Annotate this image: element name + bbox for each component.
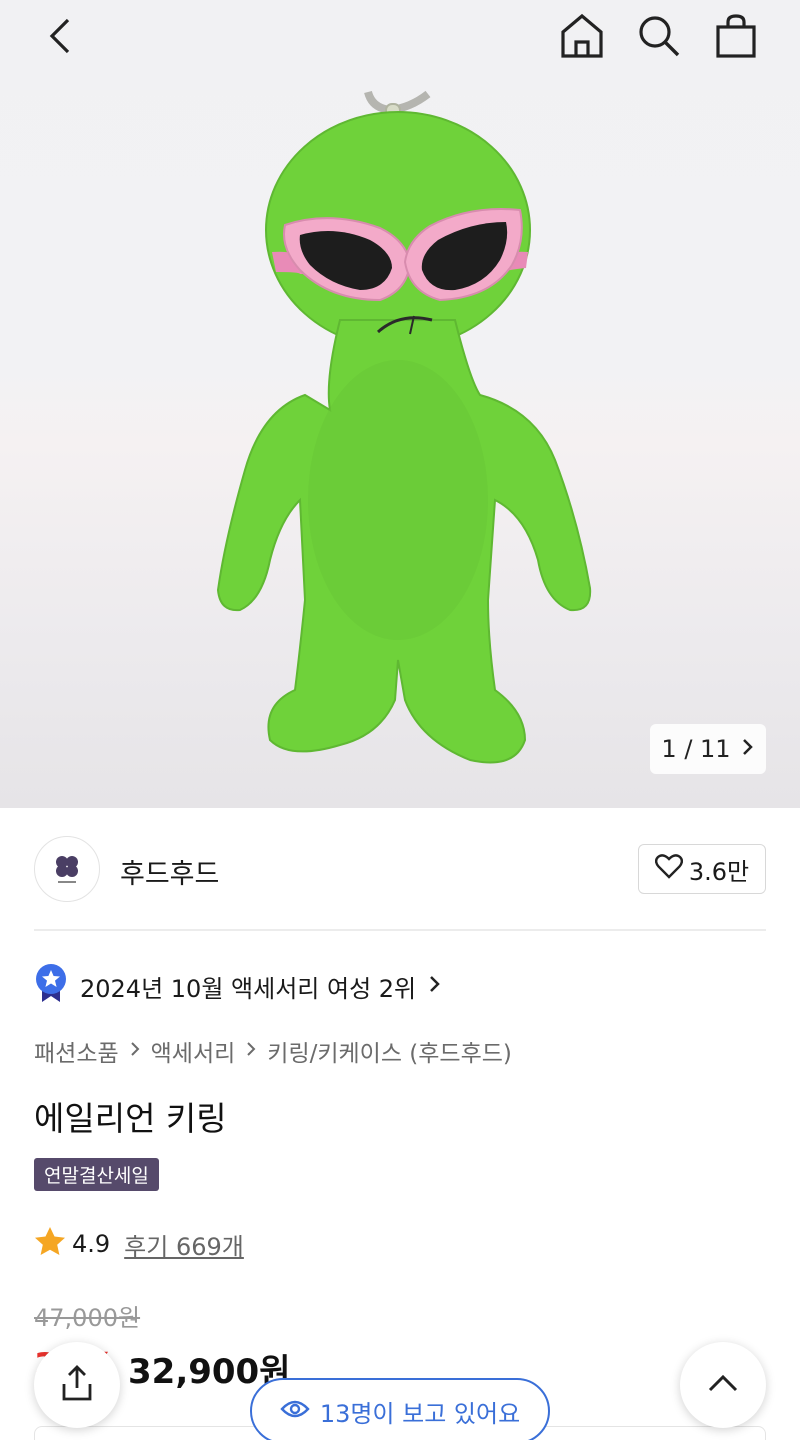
chevron-right-icon — [741, 735, 755, 763]
share-icon — [59, 1364, 95, 1406]
original-price: 47,000원 — [34, 1304, 141, 1332]
like-button[interactable]: 3.6만 — [638, 844, 766, 894]
breadcrumb-item[interactable]: 패션소품 — [34, 1034, 119, 1068]
like-count: 3.6만 — [688, 857, 750, 886]
image-counter-text: 1 / 11 — [661, 735, 731, 763]
ranking-badge-icon — [34, 963, 68, 1009]
scroll-to-top-button[interactable] — [680, 1342, 766, 1428]
ranking-text: 2024년 10월 액세서리 여성 2위 — [80, 974, 417, 1003]
heart-icon — [654, 853, 683, 885]
chevron-right-icon — [245, 1039, 257, 1064]
share-button[interactable] — [34, 1342, 120, 1428]
breadcrumb-item[interactable]: 키링/키케이스 (후드후드) — [267, 1034, 512, 1068]
viewers-pill: 13명이 보고 있어요 — [250, 1378, 550, 1440]
sale-badge: 연말결산세일 — [34, 1158, 159, 1191]
divider — [34, 929, 766, 931]
viewers-text: 13명이 보고 있어요 — [319, 1399, 521, 1428]
breadcrumb: 패션소품 액세서리 키링/키케이스 (후드후드) — [34, 1034, 512, 1068]
search-button[interactable] — [631, 10, 687, 66]
search-icon — [637, 14, 681, 62]
brand-logo[interactable] — [34, 836, 100, 902]
chevron-left-icon — [46, 16, 74, 60]
chevron-up-icon — [707, 1373, 739, 1397]
top-navigation-bar — [0, 0, 800, 80]
star-icon — [34, 1226, 66, 1262]
eye-icon — [280, 1397, 310, 1425]
rating-score: 4.9 — [72, 1230, 111, 1258]
image-counter[interactable]: 1 / 11 — [650, 724, 766, 774]
rating-row: 4.9 후기 669개 — [34, 1226, 244, 1262]
shopping-bag-icon — [715, 13, 757, 63]
alien-keyring-image — [216, 90, 592, 764]
product-title: 에일리언 키링 — [34, 1099, 227, 1138]
product-image-gallery[interactable]: 1 / 11 — [0, 0, 800, 808]
cart-button[interactable] — [708, 10, 764, 66]
breadcrumb-item[interactable]: 액세서리 — [151, 1034, 236, 1068]
chevron-right-icon — [428, 972, 442, 1000]
brand-name[interactable]: 후드후드 — [120, 852, 219, 891]
back-button[interactable] — [32, 10, 88, 66]
chevron-right-icon — [129, 1039, 141, 1064]
home-icon — [559, 12, 605, 64]
ranking-link[interactable]: 2024년 10월 액세서리 여성 2위 — [34, 964, 442, 1008]
review-count-link[interactable]: 후기 669개 — [124, 1227, 244, 1262]
home-button[interactable] — [554, 10, 610, 66]
brand-row: 후드후드 3.6만 — [34, 836, 766, 902]
